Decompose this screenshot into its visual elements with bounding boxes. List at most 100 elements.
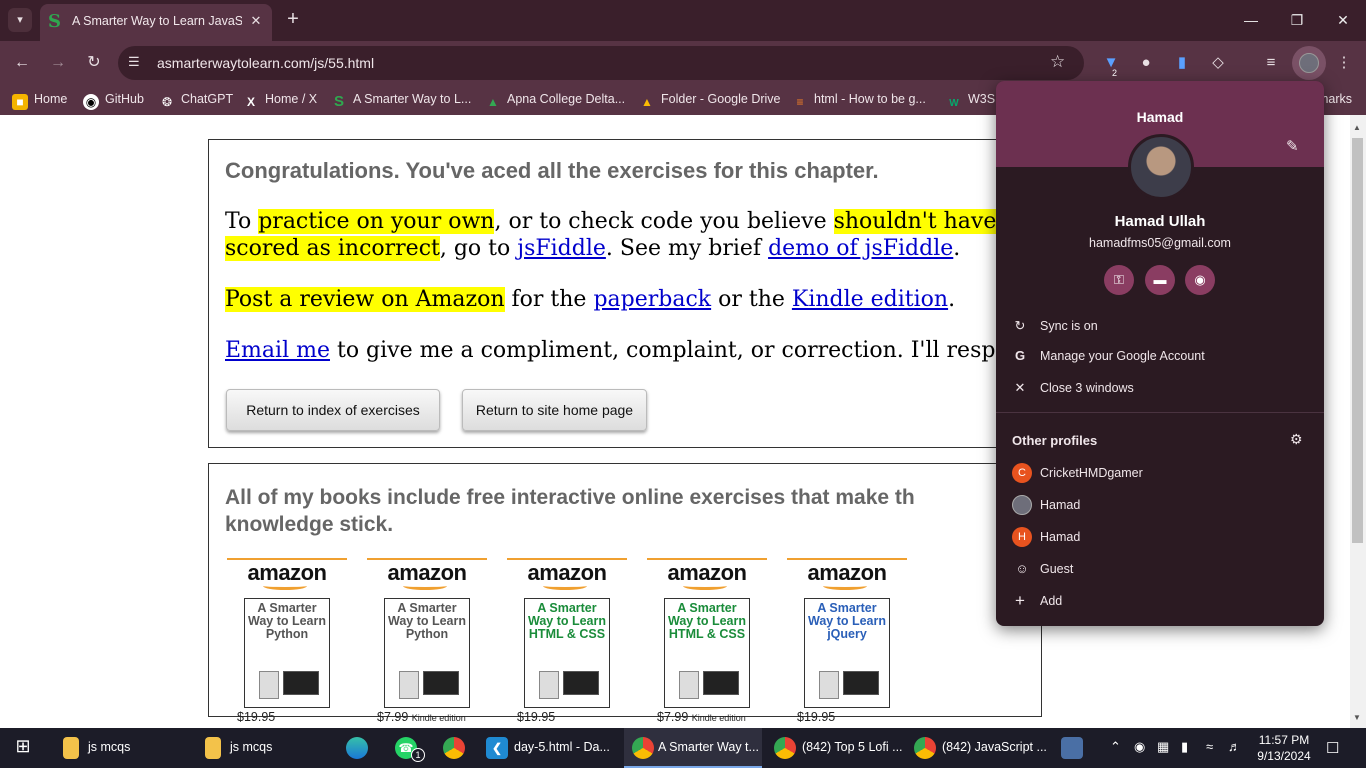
- site-info-icon[interactable]: ☰: [128, 54, 140, 70]
- network-settings-icon[interactable]: ▦: [1157, 739, 1169, 755]
- bookmark-apna-college[interactable]: ▲ Apna College Delta...: [485, 92, 625, 109]
- close-windows-row[interactable]: ✕ Close 3 windows: [996, 374, 1324, 402]
- tab-search-button[interactable]: ▾: [8, 8, 32, 32]
- bookmark-star-icon[interactable]: ☆: [1050, 52, 1065, 72]
- paperback-link[interactable]: paperback: [593, 287, 711, 312]
- manage-profiles-gear-icon[interactable]: ⚙: [1290, 431, 1303, 448]
- demo-jsfiddle-link[interactable]: demo of jsFiddle: [768, 236, 953, 261]
- profile-row-guest[interactable]: ☺ Guest: [996, 555, 1324, 583]
- taskbar-item-smarter-way[interactable]: A Smarter Way t...: [624, 728, 762, 768]
- profile-row-hamad-photo[interactable]: Hamad: [996, 491, 1324, 519]
- bookmark-google-drive[interactable]: ▲ Folder - Google Drive: [639, 92, 780, 109]
- copy-extension-icon[interactable]: ▮: [1171, 52, 1193, 74]
- wifi-icon[interactable]: ≈: [1206, 739, 1213, 754]
- payment-card-icon[interactable]: ▬: [1145, 265, 1175, 295]
- tab-close-icon[interactable]: ✕: [248, 13, 264, 29]
- folder-icon: [205, 737, 221, 759]
- return-index-button[interactable]: Return to index of exercises: [226, 389, 440, 431]
- book-edition: Kindle edition: [411, 713, 466, 723]
- book-price: $19.95: [237, 710, 276, 724]
- bookmark-smarter-way[interactable]: SA Smarter Way to L...: [331, 92, 471, 110]
- books-box: All of my books include free interactive…: [208, 463, 1042, 724]
- edit-profile-icon[interactable]: ✎: [1286, 137, 1299, 155]
- email-me-link[interactable]: Email me: [225, 338, 330, 363]
- profile-button[interactable]: [1292, 46, 1326, 80]
- more-menu-icon[interactable]: ⋮: [1333, 52, 1355, 74]
- scroll-up-icon[interactable]: ▲: [1353, 123, 1361, 132]
- bookmark-x[interactable]: X Home / X: [243, 92, 317, 109]
- chrome-icon: [443, 737, 465, 759]
- book-card[interactable]: amazon A Smarter Way to Learn HTML & CSS: [507, 558, 627, 718]
- taskbar-item-vscode[interactable]: ❮ day-5.html - Da...: [486, 728, 616, 768]
- reload-button[interactable]: ↻: [82, 51, 106, 75]
- taskbar-item-edge[interactable]: [346, 728, 372, 768]
- browser-title-bar: ▾ S A Smarter Way to Learn JavaSc ✕ + — …: [0, 0, 1366, 41]
- page-scrollbar[interactable]: ▲ ▼: [1350, 115, 1366, 728]
- jsfiddle-link[interactable]: jsFiddle: [517, 236, 606, 261]
- bookmark-stackoverflow[interactable]: ≡ html - How to be g...: [792, 92, 925, 109]
- guest-person-icon: ☺: [1015, 561, 1029, 576]
- minimize-button[interactable]: —: [1228, 5, 1274, 35]
- extension-icon[interactable]: ▼ 2: [1100, 52, 1122, 78]
- address-bar[interactable]: ☰ asmarterwaytolearn.com/js/55.html ☆: [118, 46, 1084, 80]
- addresses-pin-icon[interactable]: ◉: [1185, 265, 1215, 295]
- taskbar-item-js-mcqs-1[interactable]: js mcqs: [60, 728, 195, 768]
- practice-paragraph: To practice on your own, or to check cod…: [225, 209, 1058, 261]
- home-icon: ■: [12, 94, 28, 110]
- book-cover: A Smarter Way to Learn Python: [384, 598, 470, 708]
- close-icon: ✕: [1014, 380, 1026, 395]
- puzzle-extensions-icon[interactable]: ◇: [1207, 52, 1229, 74]
- bookmark-github[interactable]: ◉ GitHub: [83, 92, 144, 110]
- scrollbar-thumb[interactable]: [1352, 138, 1363, 543]
- profile-row-cricket[interactable]: C CricketHMDgamer: [996, 459, 1324, 487]
- forward-button[interactable]: →: [46, 51, 70, 75]
- whatsapp-badge: 1: [411, 748, 425, 762]
- profile-row-hamad-initial[interactable]: H Hamad: [996, 523, 1324, 551]
- globe-extension-icon[interactable]: ●: [1135, 52, 1157, 74]
- taskbar-item-javascript[interactable]: (842) JavaScript ...: [914, 728, 1047, 768]
- bookmark-home[interactable]: ■ Home: [12, 92, 67, 110]
- chrome-icon: [632, 737, 654, 759]
- media-controls-icon[interactable]: ≡: [1260, 52, 1282, 74]
- book-card[interactable]: amazon A Smarter Way to Learn jQuery: [787, 558, 907, 718]
- battery-icon[interactable]: ▮: [1181, 739, 1188, 755]
- book-price: $7.99 Kindle edition: [377, 710, 466, 724]
- kindle-edition-link[interactable]: Kindle edition: [792, 287, 948, 312]
- url-text: asmarterwaytolearn.com/js/55.html: [157, 55, 375, 71]
- volume-icon[interactable]: ♬: [1228, 739, 1241, 754]
- manage-account-row[interactable]: G Manage your Google Account: [996, 342, 1324, 370]
- notifications-icon[interactable]: ☐: [1326, 739, 1339, 757]
- taskbar-item-lofi[interactable]: (842) Top 5 Lofi ...: [774, 728, 904, 768]
- avatar: [1299, 53, 1319, 73]
- book-card[interactable]: amazon A Smarter Way to Learn HTML & CSS: [647, 558, 767, 718]
- tab-active[interactable]: S A Smarter Way to Learn JavaSc ✕: [40, 4, 272, 41]
- show-hidden-icons-icon[interactable]: ⌃: [1110, 739, 1121, 755]
- book-screenshot: [703, 671, 739, 695]
- system-clock[interactable]: 11:57 PM 9/13/2024: [1254, 732, 1314, 764]
- scroll-down-icon[interactable]: ▼: [1353, 713, 1361, 722]
- passwords-key-icon[interactable]: ⚿: [1104, 265, 1134, 295]
- profile-row-add[interactable]: + Add: [996, 587, 1324, 615]
- start-button[interactable]: ⊞: [12, 728, 36, 768]
- book-card[interactable]: amazon A Smarter Way to Learn Python: [367, 558, 487, 718]
- return-home-button[interactable]: Return to site home page: [462, 389, 647, 431]
- camera-icon[interactable]: ◉: [1134, 739, 1145, 755]
- book-screenshot: [819, 671, 839, 699]
- book-cover: A Smarter Way to Learn HTML & CSS: [664, 598, 750, 708]
- amazon-smile-icon: [263, 582, 307, 590]
- sync-row[interactable]: ↻ Sync is on: [996, 312, 1324, 340]
- bookmark-chatgpt[interactable]: ❂ ChatGPT: [159, 92, 233, 109]
- taskbar-widget[interactable]: [1061, 728, 1085, 768]
- back-button[interactable]: ←: [10, 51, 34, 75]
- book-screenshot: [563, 671, 599, 695]
- close-window-button[interactable]: ✕: [1320, 5, 1366, 35]
- book-card[interactable]: amazon A Smarter Way to Learn Python: [227, 558, 347, 718]
- new-tab-button[interactable]: +: [282, 8, 304, 30]
- email-paragraph: Email me to give me a compliment, compla…: [225, 338, 1037, 363]
- taskbar-item-js-mcqs-2[interactable]: js mcqs: [202, 728, 337, 768]
- book-price: $7.99 Kindle edition: [657, 710, 746, 724]
- restore-button[interactable]: ❐: [1274, 5, 1320, 35]
- taskbar-item-chrome[interactable]: [443, 728, 469, 768]
- bookmark-w3s[interactable]: W W3S: [946, 92, 995, 109]
- taskbar-item-whatsapp[interactable]: ☎ 1: [395, 728, 425, 768]
